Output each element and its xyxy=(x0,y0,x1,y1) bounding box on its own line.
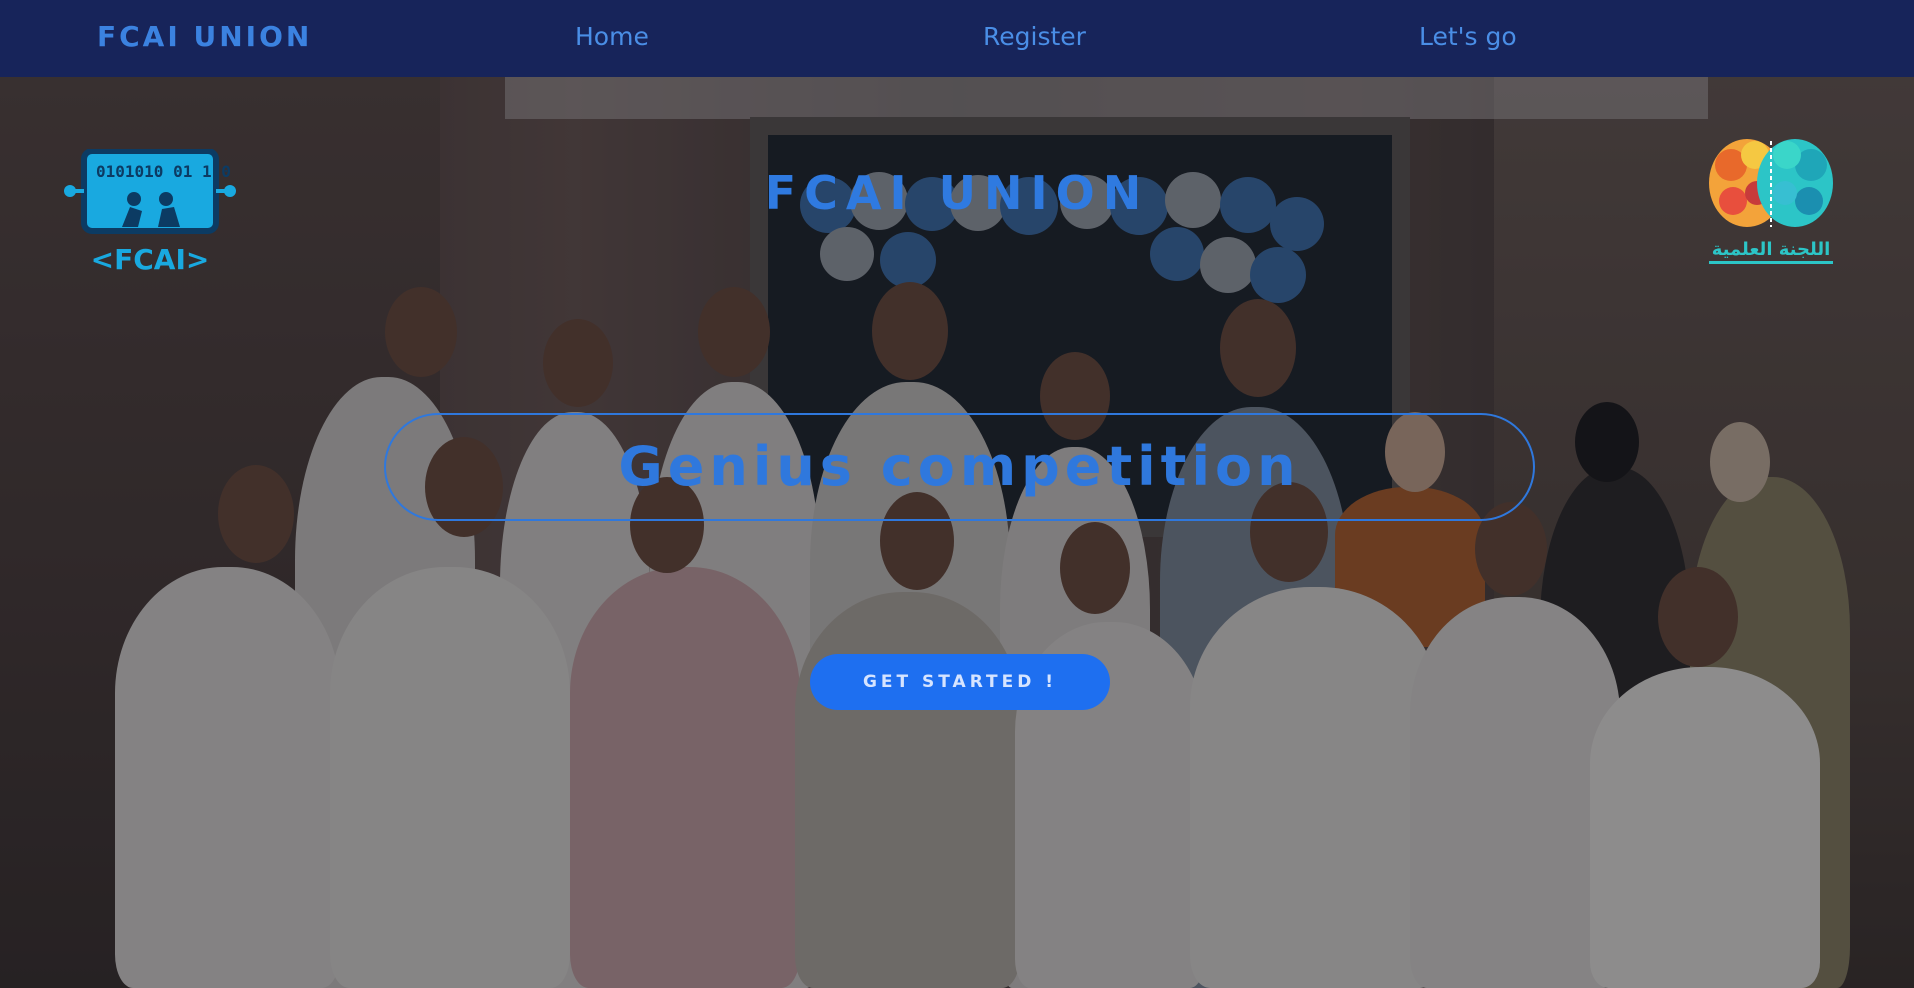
top-navbar: FCAI UNION Home Register Let's go xyxy=(0,0,1914,77)
hero-section: 0101010 01 1 0 1 <FCAI> اللجنة العلمية F… xyxy=(0,77,1914,988)
hero-title: FCAI UNION xyxy=(764,166,1150,220)
get-started-button[interactable]: GET STARTED ! xyxy=(810,654,1110,710)
nav-link-home[interactable]: Home xyxy=(575,22,649,51)
competition-banner: Genius competition xyxy=(384,413,1535,521)
scientific-committee-text: اللجنة العلمية xyxy=(1712,239,1831,260)
nav-link-register[interactable]: Register xyxy=(983,22,1086,51)
brand-link[interactable]: FCAI UNION xyxy=(97,20,312,53)
fcai-logo-text: <FCAI> xyxy=(91,243,210,276)
nav-link-lets-go[interactable]: Let's go xyxy=(1419,22,1517,51)
competition-title: Genius competition xyxy=(618,435,1301,498)
